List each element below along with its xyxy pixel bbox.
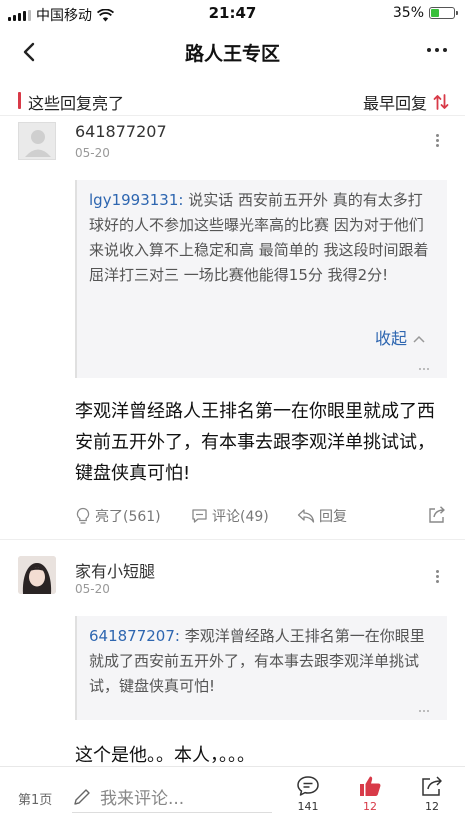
- share-count: 12: [425, 800, 439, 813]
- like-button[interactable]: 亮了(561): [75, 506, 161, 526]
- nav-bar: 路人王专区: [0, 26, 465, 78]
- avatar[interactable]: [18, 122, 56, 160]
- sort-label: 最早回复: [362, 94, 427, 113]
- page-indicator[interactable]: 第1页: [18, 789, 52, 808]
- comment-text: 李观洋曾经路人王排名第一在你眼里就成了西安前五开外了，有本事去跟李观洋单挑试试，…: [75, 401, 435, 484]
- thumbs-up-icon: [360, 776, 381, 796]
- comment-username[interactable]: 641877207: [75, 122, 167, 141]
- status-bar: 中国移动 21:47 35%: [0, 0, 465, 26]
- comment-divider: [0, 539, 465, 540]
- status-right: 35%: [392, 5, 458, 21]
- reply-arrow-icon: [297, 509, 315, 523]
- section-title: 这些回复亮了: [28, 94, 125, 113]
- pencil-icon: [74, 788, 90, 805]
- recommend-button[interactable]: 12: [352, 775, 388, 813]
- battery-fill: [431, 9, 439, 17]
- comment-username[interactable]: 家有小短腿: [75, 558, 155, 582]
- reply-label: 回复: [319, 509, 347, 525]
- comment-input-placeholder: 我来评论...: [100, 789, 185, 809]
- comment-more-icon[interactable]: [436, 134, 439, 147]
- avatar[interactable]: [18, 556, 56, 594]
- collapse-button[interactable]: 收起: [375, 326, 425, 351]
- share-icon[interactable]: [427, 505, 447, 525]
- battery-icon: [429, 7, 458, 19]
- sort-arrows-icon: [433, 94, 449, 110]
- sort-toggle[interactable]: 最早回复: [363, 90, 449, 114]
- bottom-bar: 第1页 我来评论... 141 12 12: [0, 766, 465, 827]
- quote-more-icon[interactable]: [419, 368, 429, 370]
- comments-count: 141: [297, 800, 319, 813]
- chevron-up-icon: [413, 335, 425, 343]
- section-header: 这些回复亮了 最早回复: [0, 84, 465, 116]
- page-title: 路人王专区: [184, 43, 280, 65]
- recommend-count: 12: [363, 800, 377, 813]
- comment-count: 评论(49): [212, 509, 269, 525]
- comments-button[interactable]: 141: [290, 775, 326, 813]
- more-options-icon[interactable]: [427, 48, 447, 52]
- comment-date: 05-20: [75, 582, 110, 596]
- collapse-label: 收起: [374, 329, 407, 348]
- comment-bubble-icon: [192, 509, 207, 523]
- quoted-reply: 641877207: 李观洋曾经路人王排名第一在你眼里就成了西安前五开外了，有本…: [75, 616, 447, 720]
- quote-more-icon[interactable]: [419, 710, 429, 712]
- share-icon: [422, 776, 442, 796]
- comment-more-icon[interactable]: [436, 570, 439, 583]
- reply-thread-button[interactable]: 评论(49): [191, 506, 269, 526]
- quoted-author[interactable]: lgy1993131:: [89, 191, 183, 209]
- comment-actions: 亮了(561) 评论(49) 回复: [75, 503, 447, 529]
- comment-date: 05-20: [75, 146, 110, 160]
- user-photo-icon: [18, 556, 56, 594]
- section-accent-bar: [18, 92, 21, 109]
- battery-percent: 35%: [392, 5, 424, 21]
- reply-button[interactable]: 回复: [297, 506, 347, 526]
- quoted-author[interactable]: 641877207:: [89, 627, 180, 645]
- share-button[interactable]: 12: [414, 775, 450, 813]
- like-count: 亮了(561): [95, 509, 161, 525]
- comment-bubble-icon: [297, 776, 319, 796]
- default-avatar-icon: [25, 130, 51, 157]
- comment-input[interactable]: 我来评论...: [72, 781, 272, 813]
- quoted-reply: lgy1993131: 说实话 西安前五开外 真的有太多打球好的人不参加这些曝光…: [75, 180, 447, 378]
- lightbulb-icon: [76, 507, 90, 524]
